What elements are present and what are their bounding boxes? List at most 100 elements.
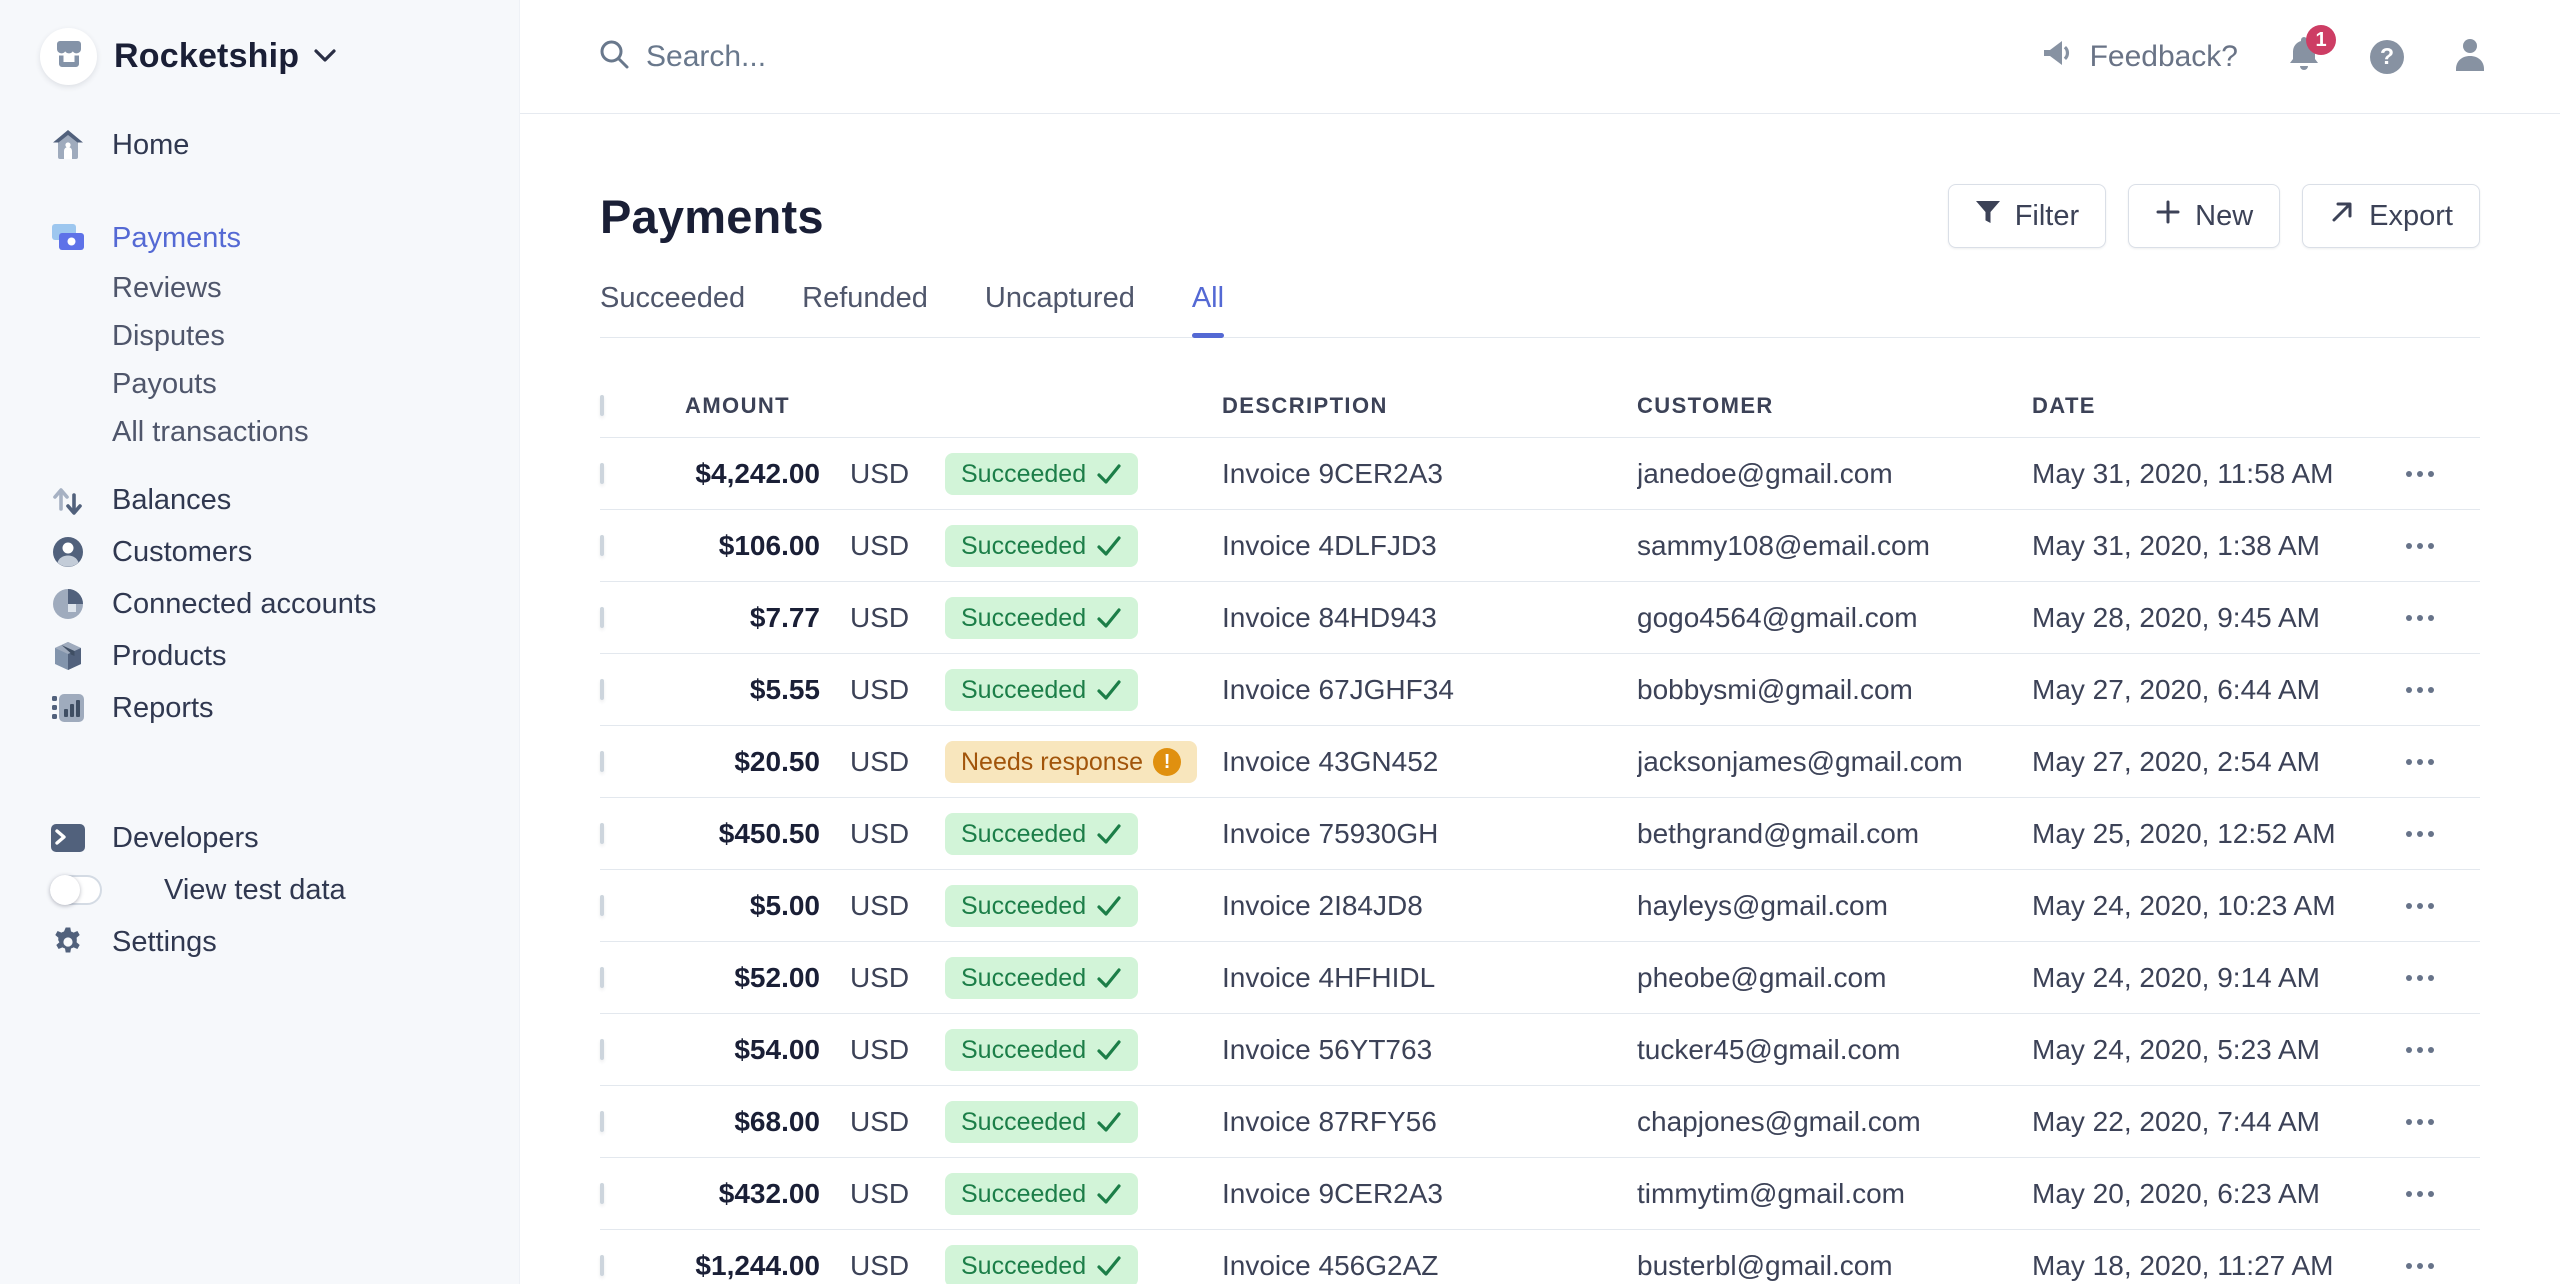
sidebar-item-payments[interactable]: Payments [0, 212, 519, 264]
help-button[interactable]: ? [2370, 39, 2404, 74]
row-actions-button[interactable] [2360, 1190, 2480, 1197]
sidebar-item-reports[interactable]: Reports [0, 682, 519, 734]
table-row[interactable]: $20.50 USD Needs response ! Invoice 43GN… [600, 726, 2480, 798]
table-row[interactable]: $52.00 USD Succeeded ! Invoice 4HFHIDL p… [600, 942, 2480, 1014]
row-checkbox[interactable] [600, 750, 604, 772]
status-badge: Succeeded ! [945, 812, 1139, 855]
megaphone-icon [2042, 37, 2076, 77]
table-row[interactable]: $106.00 USD Succeeded ! Invoice 4DLFJD3 … [600, 510, 2480, 582]
sidebar-item-label: Reviews [112, 271, 222, 304]
row-checkbox[interactable] [600, 678, 604, 700]
customer-cell: chapjones@gmail.com [1637, 1105, 1921, 1137]
date-cell: May 22, 2020, 7:44 AM [2032, 1105, 2320, 1137]
search-bar[interactable] [598, 38, 2042, 75]
description-cell: Invoice 43GN452 [1222, 745, 1439, 777]
select-all-checkbox[interactable] [600, 394, 604, 416]
currency-cell: USD [850, 457, 910, 489]
test-data-toggle[interactable] [50, 875, 102, 905]
feedback-label: Feedback? [2089, 39, 2238, 73]
sidebar-item-customers[interactable]: Customers [0, 526, 519, 578]
amount-cell: $5.55 [749, 673, 820, 705]
row-actions-button[interactable] [2360, 1118, 2480, 1125]
search-icon [598, 38, 630, 75]
sidebar-item-label: Products [112, 639, 227, 672]
status-badge: Succeeded ! [945, 1100, 1139, 1143]
amount-cell: $20.50 [734, 745, 820, 777]
check-icon [1096, 1182, 1122, 1206]
row-checkbox[interactable] [600, 1254, 604, 1276]
amount-cell: $7.77 [749, 601, 820, 633]
sidebar-item-payouts[interactable]: Payouts [0, 360, 519, 408]
customer-cell: timmytim@gmail.com [1637, 1177, 1905, 1209]
table-row[interactable]: $5.00 USD Succeeded ! Invoice 2I84JD8 ha… [600, 870, 2480, 942]
sidebar-item-connected-accounts[interactable]: Connected accounts [0, 578, 519, 630]
row-checkbox[interactable] [600, 1110, 604, 1132]
table-row[interactable]: $4,242.00 USD Succeeded ! Invoice 9CER2A… [600, 438, 2480, 510]
sidebar-item-all-transactions[interactable]: All transactions [0, 408, 519, 456]
row-actions-button[interactable] [2360, 1262, 2480, 1269]
export-button[interactable]: Export [2302, 184, 2480, 248]
sidebar-item-reviews[interactable]: Reviews [0, 264, 519, 312]
row-actions-button[interactable] [2360, 830, 2480, 837]
plus-icon [2155, 199, 2181, 233]
row-checkbox[interactable] [600, 966, 604, 988]
page-title: Payments [600, 189, 824, 243]
new-button[interactable]: New [2128, 184, 2281, 248]
home-icon [50, 127, 86, 163]
brand-logo [40, 28, 97, 85]
tab-all[interactable]: All [1191, 282, 1225, 338]
tab-refunded[interactable]: Refunded [802, 282, 928, 337]
table-row[interactable]: $432.00 USD Succeeded ! Invoice 9CER2A3 … [600, 1158, 2480, 1230]
sidebar-item-developers[interactable]: Developers [0, 812, 519, 864]
sidebar-item-view-test-data: View test data [0, 864, 519, 916]
table-row[interactable]: $450.50 USD Succeeded ! Invoice 75930GH … [600, 798, 2480, 870]
row-actions-button[interactable] [2360, 1046, 2480, 1053]
connected-accounts-icon [50, 586, 86, 622]
topbar: Feedback? 1 ? [520, 0, 2560, 114]
row-checkbox[interactable] [600, 1182, 604, 1204]
row-actions-button[interactable] [2360, 758, 2480, 765]
sidebar-item-disputes[interactable]: Disputes [0, 312, 519, 360]
table-row[interactable]: $54.00 USD Succeeded ! Invoice 56YT763 t… [600, 1014, 2480, 1086]
row-actions-button[interactable] [2360, 542, 2480, 549]
table-row[interactable]: $1,244.00 USD Succeeded ! Invoice 456G2A… [600, 1230, 2480, 1284]
sidebar-item-products[interactable]: Products [0, 630, 519, 682]
date-cell: May 18, 2020, 11:27 AM [2032, 1249, 2334, 1281]
currency-cell: USD [850, 817, 910, 849]
feedback-button[interactable]: Feedback? [2042, 37, 2238, 77]
sidebar-item-label: All transactions [112, 415, 309, 448]
description-cell: Invoice 4DLFJD3 [1222, 529, 1437, 561]
account-switcher[interactable]: Rocketship [0, 28, 519, 85]
row-actions-button[interactable] [2360, 614, 2480, 621]
row-checkbox[interactable] [600, 822, 604, 844]
date-cell: May 24, 2020, 5:23 AM [2032, 1033, 2320, 1065]
row-checkbox[interactable] [600, 534, 604, 556]
row-actions-button[interactable] [2360, 686, 2480, 693]
help-icon: ? [2370, 39, 2404, 74]
table-row[interactable]: $7.77 USD Succeeded ! Invoice 84HD943 go… [600, 582, 2480, 654]
search-input[interactable] [646, 39, 1246, 74]
filter-button[interactable]: Filter [1947, 184, 2107, 248]
currency-cell: USD [850, 1033, 910, 1065]
row-actions-button[interactable] [2360, 974, 2480, 981]
sidebar-item-settings[interactable]: Settings [0, 916, 519, 968]
notifications-button[interactable]: 1 [2286, 25, 2336, 78]
row-checkbox[interactable] [600, 1038, 604, 1060]
sidebar-item-balances[interactable]: Balances [0, 474, 519, 526]
table-row[interactable]: $68.00 USD Succeeded ! Invoice 87RFY56 c… [600, 1086, 2480, 1158]
row-actions-button[interactable] [2360, 470, 2480, 477]
settings-icon [50, 924, 86, 960]
currency-cell: USD [850, 1249, 910, 1281]
tab-uncaptured[interactable]: Uncaptured [985, 282, 1135, 337]
status-badge: Succeeded ! [945, 956, 1139, 999]
row-actions-button[interactable] [2360, 902, 2480, 909]
check-icon [1096, 678, 1122, 702]
table-row[interactable]: $5.55 USD Succeeded ! Invoice 67JGHF34 b… [600, 654, 2480, 726]
status-badge: Succeeded ! [945, 1028, 1139, 1071]
row-checkbox[interactable] [600, 894, 604, 916]
row-checkbox[interactable] [600, 462, 604, 484]
row-checkbox[interactable] [600, 606, 604, 628]
account-menu-button[interactable] [2452, 37, 2488, 76]
tab-succeeded[interactable]: Succeeded [600, 282, 745, 337]
sidebar-item-home[interactable]: Home [0, 119, 519, 171]
